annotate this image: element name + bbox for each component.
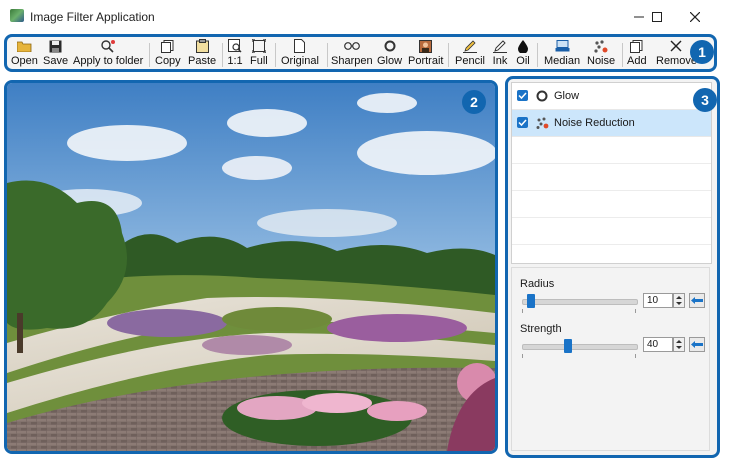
strength-spin-buttons[interactable] [673, 337, 685, 352]
strength-reset-button[interactable] [689, 337, 705, 352]
add-copy-icon [629, 39, 645, 53]
toolbar-separator [622, 43, 623, 67]
glow-icon [536, 90, 548, 102]
floppy-disk-icon [48, 39, 64, 53]
zoom-1to1-button[interactable]: 1:1 [227, 39, 243, 67]
arrow-left-icon [691, 297, 703, 304]
list-item [512, 137, 711, 164]
open-button[interactable]: Open [11, 39, 38, 67]
radius-slider-thumb[interactable] [527, 294, 536, 308]
oil-button[interactable]: Oil [515, 39, 531, 67]
arrow-left-icon [691, 341, 703, 348]
noise-icon [536, 117, 549, 129]
callout-badge-image: 2 [462, 90, 486, 114]
ink-button[interactable]: Ink [492, 39, 508, 67]
close-icon [690, 12, 700, 22]
radius-label: Radius [520, 278, 555, 290]
strength-spinbox[interactable]: 40 [643, 337, 673, 352]
radius-spin-buttons[interactable] [673, 293, 685, 308]
drop-icon [515, 39, 531, 53]
close-button[interactable] [679, 6, 711, 28]
maximize-button[interactable] [641, 6, 673, 28]
toolbar-separator [537, 43, 538, 67]
callout-badge-toolbar: 1 [690, 40, 714, 64]
radius-slider[interactable] [522, 299, 638, 305]
paste-button[interactable]: Paste [188, 39, 216, 67]
glasses-icon [343, 39, 360, 53]
median-button[interactable]: Median [544, 39, 580, 67]
document-icon [292, 39, 308, 53]
radius-spinbox[interactable]: 10 [643, 293, 673, 308]
filter-item-glow[interactable]: Glow [512, 83, 711, 110]
list-item [512, 164, 711, 191]
strength-label: Strength [520, 323, 562, 335]
toolbar: Open Save Apply to folder Copy Paste 1:1… [4, 34, 717, 72]
save-button[interactable]: Save [43, 39, 68, 67]
toolbar-separator [149, 43, 150, 67]
title-bar: Image Filter Application [0, 0, 735, 32]
toolbar-separator [222, 43, 223, 67]
maximize-icon [652, 12, 662, 22]
clipboard-icon [194, 39, 210, 53]
landscape-image [7, 83, 495, 451]
original-button[interactable]: Original [281, 39, 319, 67]
copy-button[interactable]: Copy [155, 39, 181, 67]
portrait-button[interactable]: Portrait [408, 39, 443, 67]
apply-to-folder-button[interactable]: Apply to folder [73, 39, 143, 67]
pencil-icon [462, 39, 478, 53]
zoom-icon [227, 39, 243, 53]
strength-slider[interactable] [522, 344, 638, 350]
toolbar-separator [275, 43, 276, 67]
filter-checkbox[interactable] [517, 90, 528, 101]
fit-screen-icon [251, 39, 267, 53]
list-item [512, 218, 711, 245]
radius-ticks [522, 309, 636, 313]
median-icon [554, 39, 570, 53]
remove-icon [668, 39, 684, 53]
noise-button[interactable]: Noise [587, 39, 615, 67]
folder-open-icon [16, 39, 32, 53]
portrait-icon [418, 39, 434, 53]
glow-icon [382, 39, 398, 53]
radius-reset-button[interactable] [689, 293, 705, 308]
magic-search-icon [100, 39, 116, 53]
copy-icon [160, 39, 176, 53]
filter-label: Glow [554, 90, 580, 102]
add-button[interactable]: Add [627, 39, 647, 67]
spin-arrows-icon [676, 340, 682, 349]
image-canvas[interactable] [4, 80, 498, 454]
full-button[interactable]: Full [250, 39, 268, 67]
glow-button[interactable]: Glow [377, 39, 402, 67]
check-icon [518, 92, 527, 100]
noise-icon [593, 39, 609, 53]
filter-panel: Glow Noise Reduction Radius 10 Strength … [505, 76, 720, 458]
strength-ticks [522, 354, 636, 358]
toolbar-separator [327, 43, 328, 67]
sharpen-button[interactable]: Sharpen [331, 39, 373, 67]
callout-badge-panel: 3 [693, 88, 717, 112]
toolbar-separator [448, 43, 449, 67]
app-icon [10, 9, 24, 22]
check-icon [518, 119, 527, 127]
filter-label: Noise Reduction [554, 117, 635, 129]
pen-icon [492, 39, 508, 53]
filter-item-noise-reduction[interactable]: Noise Reduction [512, 110, 711, 137]
strength-slider-thumb[interactable] [564, 339, 573, 353]
spin-arrows-icon [676, 296, 682, 305]
window-title: Image Filter Application [30, 10, 155, 24]
filter-list: Glow Noise Reduction [511, 82, 712, 264]
pencil-button[interactable]: Pencil [455, 39, 485, 67]
filter-checkbox[interactable] [517, 117, 528, 128]
filter-properties: Radius 10 Strength 40 [511, 267, 710, 451]
list-item [512, 191, 711, 218]
